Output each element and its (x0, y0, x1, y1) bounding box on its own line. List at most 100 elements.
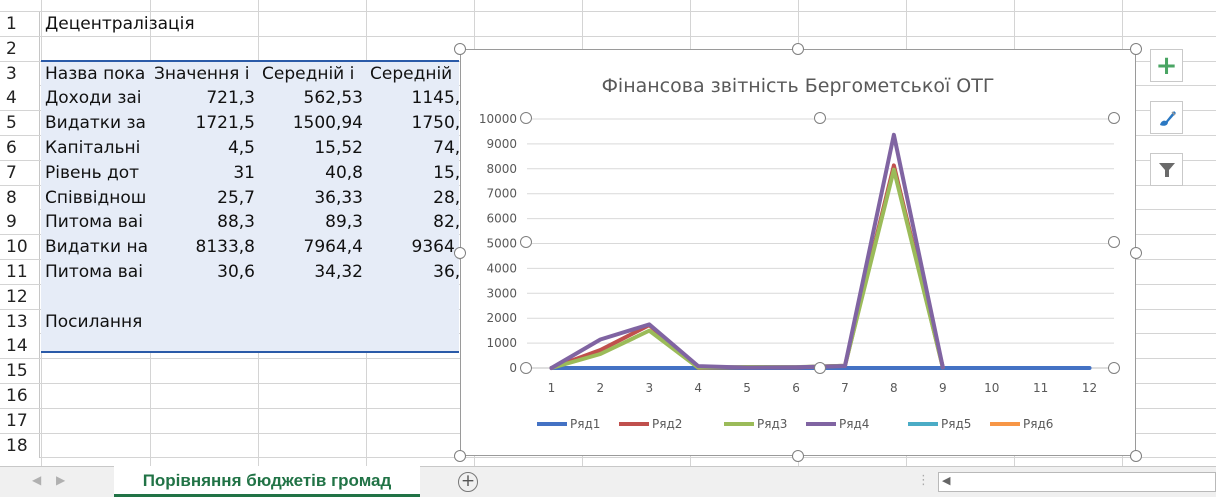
value-cell[interactable]: 15,5 (367, 161, 474, 185)
indicator-name-cell[interactable]: Рівень дот (42, 161, 150, 185)
value-cell[interactable]: 30,6 (151, 260, 258, 284)
y-tick-label: 3000 (486, 286, 517, 300)
resize-handle[interactable] (454, 43, 466, 55)
value-cell[interactable]: 36,33 (259, 186, 366, 210)
row-header[interactable]: 10 (0, 235, 40, 259)
row-header[interactable]: 9 (0, 210, 40, 234)
resize-handle[interactable] (1130, 247, 1142, 259)
row-header[interactable]: 16 (0, 384, 40, 408)
value-cell[interactable]: 1750,8 (367, 111, 474, 135)
legend-label: Ряд3 (757, 417, 787, 431)
indicator-name-cell[interactable]: Видатки за (42, 111, 150, 135)
resize-handle[interactable] (1130, 43, 1142, 55)
plus-icon: + (1155, 50, 1178, 81)
y-tick-label: 6000 (486, 212, 517, 226)
value-cell[interactable]: 34,32 (259, 260, 366, 284)
x-tick-label: 8 (890, 381, 898, 395)
chart-canvas: Фінансова звітність Бергометської ОТГ 0 10… (479, 75, 1114, 431)
sheet-tab-bar: ◀ ▶ Порівняння бюджетів громад + ⋮ ◀ (0, 466, 1216, 497)
header-cell[interactable]: Середній і (259, 62, 366, 86)
y-tick-label: 9000 (486, 137, 517, 151)
chart-object[interactable]: Фінансова звітність Бергометської ОТГ 0 10… (460, 49, 1136, 456)
tab-splitter-icon[interactable]: ⋮ (917, 473, 930, 488)
cell-a13-links[interactable]: Посилання (42, 310, 242, 334)
value-cell[interactable]: 82,5 (367, 210, 474, 234)
row-gridline (0, 36, 1216, 37)
value-cell[interactable]: 88,3 (151, 210, 258, 234)
add-sheet-icon[interactable]: + (458, 472, 478, 492)
resize-handle[interactable] (454, 450, 466, 462)
value-cell[interactable]: 1500,94 (259, 111, 366, 135)
indicator-name-cell[interactable]: Питома ваі (42, 260, 150, 284)
legend-label: Ряд6 (1023, 417, 1053, 431)
cell-a1-title[interactable]: Децентралізація (42, 12, 342, 36)
indicator-name-cell[interactable]: Капітальні (42, 136, 150, 160)
resize-handle[interactable] (1130, 450, 1142, 462)
header-cell[interactable]: Значення і (151, 62, 258, 86)
value-cell[interactable]: 36,5 (367, 260, 474, 284)
row-header[interactable]: 11 (0, 260, 40, 284)
row-header[interactable]: 12 (0, 285, 40, 309)
row-header[interactable]: 1 (0, 12, 40, 36)
resize-handle[interactable] (792, 43, 804, 55)
resize-handle[interactable] (520, 112, 532, 124)
row-header[interactable]: 6 (0, 136, 40, 160)
header-cell[interactable]: Назва пока (42, 62, 150, 86)
row-header[interactable]: 17 (0, 409, 40, 433)
row-header[interactable]: 18 (0, 434, 40, 458)
row-header[interactable]: 8 (0, 186, 40, 210)
value-cell[interactable]: 31 (151, 161, 258, 185)
horizontal-scrollbar[interactable]: ◀ (938, 472, 1216, 492)
value-cell[interactable]: 562,53 (259, 86, 366, 110)
value-cell[interactable]: 25,7 (151, 186, 258, 210)
spreadsheet-grid[interactable]: 1 2 3 4 5 6 7 8 9 10 11 12 13 14 15 16 17 18 Децентраліза… (0, 0, 1216, 466)
row-header[interactable]: 4 (0, 86, 40, 110)
y-tick-label: 8000 (486, 162, 517, 176)
x-tick-label: 3 (645, 381, 653, 395)
value-cell[interactable]: 74,8 (367, 136, 474, 160)
x-tick-label: 1 (548, 381, 556, 395)
value-cell[interactable]: 15,52 (259, 136, 366, 160)
sheet-tab[interactable]: Порівняння бюджетів громад (114, 466, 420, 497)
x-tick-label: 2 (597, 381, 605, 395)
value-cell[interactable]: 28,3 (367, 186, 474, 210)
value-cell[interactable]: 1145,1 (367, 86, 474, 110)
resize-handle[interactable] (520, 236, 532, 248)
chart-filters-button[interactable] (1150, 153, 1183, 186)
value-cell[interactable]: 1721,5 (151, 111, 258, 135)
resize-handle[interactable] (792, 450, 804, 462)
resize-handle[interactable] (520, 362, 532, 374)
chart-elements-button[interactable]: + (1150, 49, 1183, 82)
resize-handle[interactable] (814, 362, 826, 374)
brush-icon (1159, 110, 1176, 126)
value-cell[interactable]: 8133,8 (151, 235, 258, 259)
indicator-name-cell[interactable]: Доходи заі (42, 86, 150, 110)
row-header[interactable]: 14 (0, 334, 40, 358)
tab-scroll-right-icon[interactable]: ▶ (56, 473, 65, 487)
resize-handle[interactable] (814, 112, 826, 124)
indicator-name-cell[interactable]: Питома ваі (42, 210, 150, 234)
chart-styles-button[interactable] (1150, 101, 1183, 134)
resize-handle[interactable] (454, 247, 466, 259)
value-cell[interactable]: 4,5 (151, 136, 258, 160)
row-header[interactable]: 2 (0, 37, 40, 61)
indicator-name-cell[interactable]: Видатки на (42, 235, 150, 259)
resize-handle[interactable] (1108, 362, 1120, 374)
x-tick-label: 10 (984, 381, 999, 395)
row-header[interactable]: 5 (0, 111, 40, 135)
value-cell[interactable]: 40,8 (259, 161, 366, 185)
resize-handle[interactable] (1108, 236, 1120, 248)
value-cell[interactable]: 89,3 (259, 210, 366, 234)
tab-scroll-left-icon[interactable]: ◀ (32, 473, 41, 487)
header-cell[interactable]: Середній (367, 62, 474, 86)
row-header[interactable]: 7 (0, 161, 40, 185)
indicator-name-cell[interactable]: Співвіднош (42, 186, 150, 210)
resize-handle[interactable] (1108, 112, 1120, 124)
row-header[interactable]: 13 (0, 310, 40, 334)
scroll-left-icon[interactable]: ◀ (942, 474, 950, 487)
value-cell[interactable]: 7964,4 (259, 235, 366, 259)
row-header[interactable]: 3 (0, 62, 40, 86)
row-header[interactable]: 15 (0, 359, 40, 383)
value-cell[interactable]: 721,3 (151, 86, 258, 110)
x-tick-label: 5 (743, 381, 751, 395)
